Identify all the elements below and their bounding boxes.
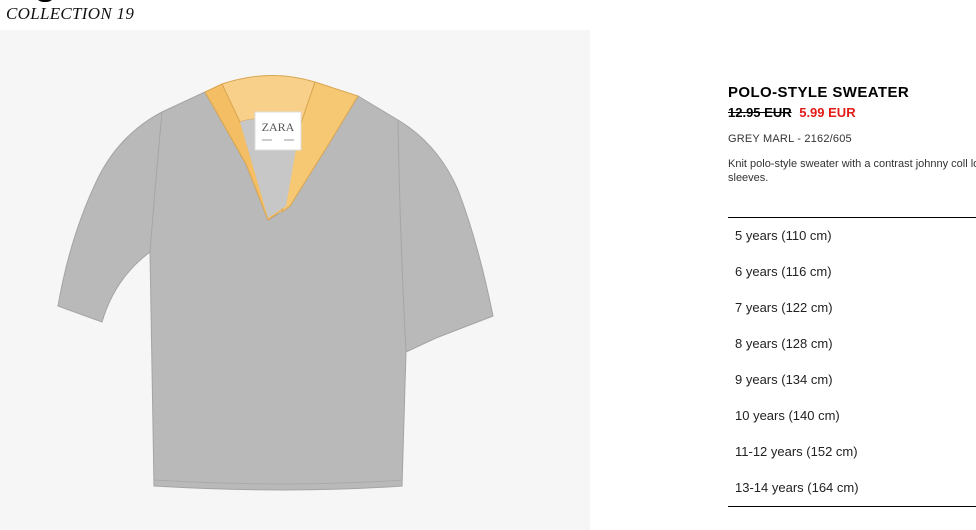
size-option[interactable]: 6 years (116 cm) (728, 254, 976, 290)
size-option[interactable]: 8 years (128 cm) (728, 326, 976, 362)
size-option[interactable]: 9 years (134 cm) (728, 362, 976, 398)
collection-label: COLLECTION 19 (6, 4, 135, 23)
logo-fragment (34, 0, 56, 2)
size-option[interactable]: 7 years (122 cm) (728, 290, 976, 326)
size-selector: 5 years (110 cm) 6 years (116 cm) 7 year… (728, 217, 976, 507)
size-option[interactable]: 11-12 years (152 cm) (728, 434, 976, 470)
color-reference: GREY MARL - 2162/605 (728, 133, 852, 145)
size-option[interactable]: 10 years (140 cm) (728, 398, 976, 434)
old-price: 12.95 EUR (728, 105, 792, 120)
price-block: 12.95 EUR 5.99 EUR (728, 105, 976, 120)
product-title: POLO-STYLE SWEATER (728, 84, 910, 101)
label-brand-text: ZARA (262, 120, 295, 134)
size-option[interactable]: 5 years (110 cm) (728, 218, 976, 254)
size-option[interactable]: 13-14 years (164 cm) (728, 470, 976, 506)
product-image[interactable]: ZARA (0, 30, 590, 530)
sweater-image-icon: ZARA (0, 30, 590, 530)
sale-price: 5.99 EUR (799, 105, 856, 120)
product-description: Knit polo-style sweater with a contrast … (728, 158, 976, 184)
product-info: POLO-STYLE SWEATER 12.95 EUR 5.99 EUR GR… (728, 84, 976, 185)
